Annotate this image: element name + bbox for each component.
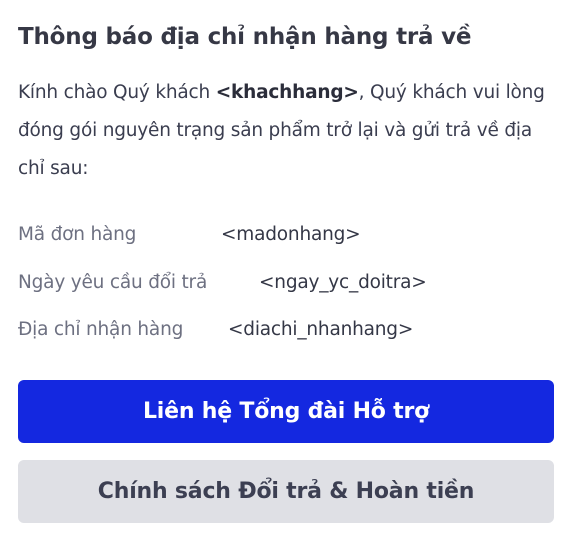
return-address-notice-card: Thông báo địa chỉ nhận hàng trả về Kính … [0, 0, 570, 544]
return-request-date-row: Ngày yêu cầu đổi trả <ngay_yc_doitra> [18, 272, 427, 293]
receiving-address-row: Địa chỉ nhận hàng <diachi_nhanhang> [18, 319, 413, 340]
receiving-address-value: <diachi_nhanhang> [228, 319, 414, 340]
contact-support-button[interactable]: Liên hệ Tổng đài Hỗ trợ [18, 380, 554, 443]
return-policy-button[interactable]: Chính sách Đổi trả & Hoàn tiền [18, 460, 554, 523]
return-request-date-value: <ngay_yc_doitra> [259, 272, 427, 293]
customer-placeholder: <khachhang> [215, 82, 359, 103]
notice-title: Thông báo địa chỉ nhận hàng trả về [18, 24, 472, 50]
order-id-row: Mã đơn hàng <madonhang> [18, 224, 361, 245]
receiving-address-label: Địa chỉ nhận hàng [18, 319, 184, 340]
order-id-label: Mã đơn hàng [18, 224, 137, 245]
greeting-prefix: Kính chào Quý khách [18, 82, 216, 103]
notice-intro: Kính chào Quý khách <khachhang>, Quý khá… [18, 74, 554, 188]
order-id-value: <madonhang> [221, 224, 361, 245]
return-request-date-label: Ngày yêu cầu đổi trả [18, 272, 208, 293]
